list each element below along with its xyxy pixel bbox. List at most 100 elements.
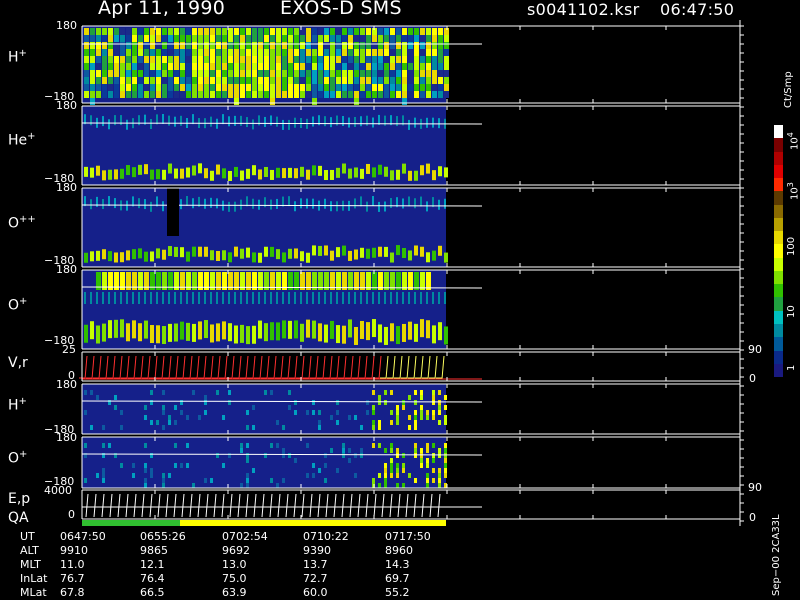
heatmap-cell <box>288 91 293 98</box>
heatmap-cell <box>246 42 251 49</box>
tick-label: 180 <box>56 19 77 32</box>
heatmap-cell <box>408 170 412 181</box>
heatmap-cell <box>168 42 173 49</box>
heatmap-cell <box>432 35 437 42</box>
panel-label-ep: E,p <box>8 491 31 507</box>
heatmap-cell <box>360 28 365 35</box>
heatmap-cell <box>156 325 160 344</box>
heatmap-cell <box>276 42 281 49</box>
heatmap-cell <box>390 252 394 263</box>
heatmap-cell <box>306 410 309 415</box>
heatmap-cell <box>390 448 393 453</box>
heatmap-cell <box>192 390 195 395</box>
colorbar-swatch <box>774 231 783 245</box>
heatmap-cell <box>300 292 302 304</box>
heatmap-cell <box>396 116 398 127</box>
heatmap-cell <box>222 77 227 84</box>
heatmap-cell <box>378 91 383 98</box>
heatmap-cell <box>414 77 419 84</box>
heatmap-cell <box>414 63 419 70</box>
heatmap-cell <box>294 77 299 84</box>
heatmap-cell <box>222 35 227 42</box>
heatmap-cell <box>384 390 387 395</box>
heatmap-cell <box>90 292 92 304</box>
heatmap-cell <box>414 35 419 42</box>
heatmap-cell <box>90 115 92 126</box>
energy-trace <box>397 493 401 518</box>
heatmap-cell <box>246 483 249 488</box>
heatmap-cell <box>372 405 375 410</box>
heatmap-cell <box>294 168 298 179</box>
heatmap-cell <box>120 84 125 91</box>
energy-trace <box>109 493 113 518</box>
heatmap-cell <box>360 77 365 84</box>
heatmap-cell <box>234 201 236 212</box>
energy-trace <box>325 493 329 518</box>
heatmap-cell <box>354 84 359 91</box>
heatmap-cell <box>444 468 447 473</box>
heatmap-cell <box>378 84 383 91</box>
heatmap-cell <box>414 420 417 425</box>
heatmap-cell <box>282 77 287 84</box>
version-stamp: Sep−00 2CA33L <box>771 514 782 596</box>
heatmap-cell <box>126 84 131 91</box>
heatmap-cell <box>282 425 285 430</box>
energy-trace <box>309 493 313 518</box>
heatmap-cell <box>132 292 134 304</box>
heatmap-cell <box>408 35 413 42</box>
heatmap-cell <box>348 448 351 453</box>
heatmap-cell <box>246 84 251 91</box>
heatmap-cell <box>336 91 341 98</box>
heatmap-cell <box>108 49 113 56</box>
heatmap-cell <box>96 77 101 84</box>
heatmap-cell <box>198 292 200 304</box>
heatmap-cell <box>426 410 429 415</box>
velocity-trace <box>371 355 375 380</box>
heatmap-cell <box>96 42 101 49</box>
heatmap-cell <box>444 292 446 304</box>
heatmap-cell <box>372 56 377 63</box>
heatmap-cell <box>144 463 147 468</box>
heatmap-cell <box>84 252 88 263</box>
heatmap-cell <box>144 35 149 42</box>
heatmap-cell <box>372 117 374 128</box>
heatmap-cell <box>96 473 99 478</box>
heatmap-cell <box>114 91 119 98</box>
heatmap-cell <box>156 49 161 56</box>
spectrogram-panel <box>81 106 483 185</box>
heatmap-cell <box>390 70 395 77</box>
heatmap-cell <box>246 478 249 483</box>
heatmap-cell <box>192 323 196 342</box>
heatmap-cell <box>312 70 317 77</box>
heatmap-cell <box>300 91 305 98</box>
heatmap-cell <box>324 453 327 458</box>
colorbar-unit-label: Ct/Smp <box>783 71 794 108</box>
heatmap-cell <box>282 49 287 56</box>
tick-label: 0 <box>68 508 75 521</box>
heatmap-cell <box>240 63 245 70</box>
heatmap-cell <box>378 425 381 430</box>
heatmap-cell <box>354 116 356 127</box>
heatmap-cell <box>420 448 423 453</box>
heatmap-cell <box>372 196 374 207</box>
heatmap-cell <box>132 463 135 468</box>
energy-trace <box>261 493 265 518</box>
heatmap-cell <box>162 169 166 180</box>
heatmap-cell <box>402 84 407 91</box>
heatmap-cell <box>318 292 320 304</box>
heatmap-cell <box>174 246 178 257</box>
heatmap-cell <box>306 169 310 180</box>
colorbar-swatch <box>774 257 783 271</box>
heatmap-cell <box>90 28 95 35</box>
heatmap-cell <box>96 35 101 42</box>
heatmap-cell <box>438 49 443 56</box>
velocity-trace <box>196 355 200 380</box>
heatmap-cell <box>204 77 209 84</box>
heatmap-cell <box>216 42 221 49</box>
heatmap-cell <box>222 70 227 77</box>
heatmap-cell <box>84 84 89 91</box>
heatmap-cell <box>420 410 423 415</box>
heatmap-cell <box>342 28 347 35</box>
heatmap-cell <box>444 395 447 400</box>
heatmap-cell <box>204 63 209 70</box>
